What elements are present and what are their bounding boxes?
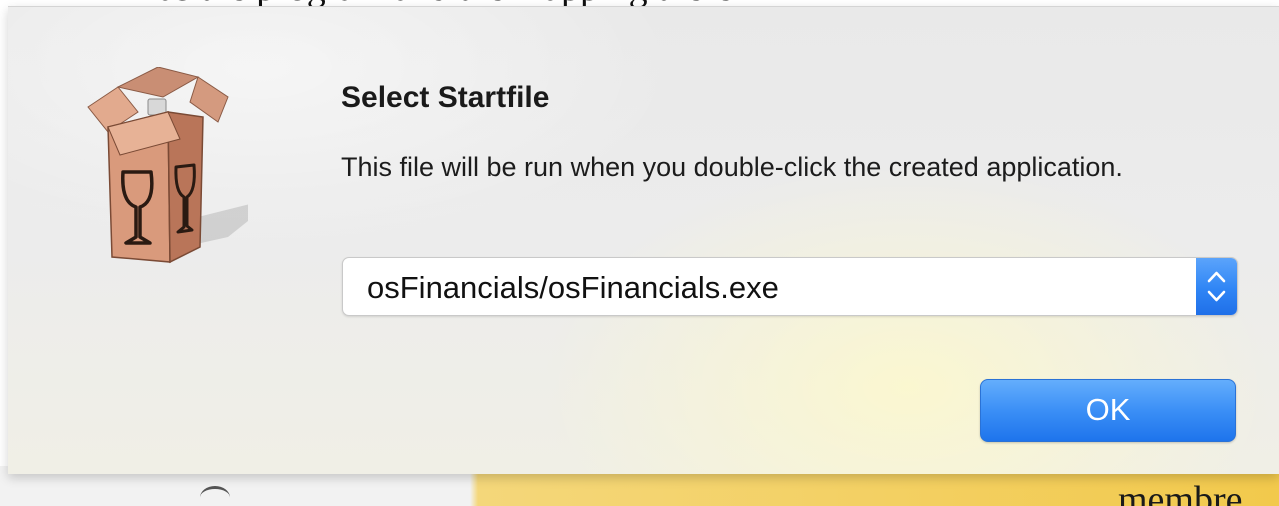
background-window-glyph bbox=[200, 486, 230, 506]
startfile-selected-value: osFinancials/osFinancials.exe bbox=[367, 270, 779, 305]
dialog-message: This file will be run when you double-cl… bbox=[341, 152, 1123, 182]
up-down-chevron-icon bbox=[1207, 271, 1226, 302]
select-startfile-dialog: Select Startfile This file will be run w… bbox=[8, 6, 1279, 474]
screen: has the program and the mapping there me… bbox=[0, 0, 1279, 506]
startfile-popup-button[interactable]: osFinancials/osFinancials.exe bbox=[342, 257, 1238, 316]
wine-bottle-box-icon bbox=[87, 67, 248, 264]
ok-button[interactable]: OK bbox=[980, 379, 1236, 442]
dialog-title: Select Startfile bbox=[341, 81, 550, 114]
background-window-bottom-text: membre bbox=[1118, 479, 1243, 506]
popup-stepper[interactable] bbox=[1196, 258, 1237, 315]
